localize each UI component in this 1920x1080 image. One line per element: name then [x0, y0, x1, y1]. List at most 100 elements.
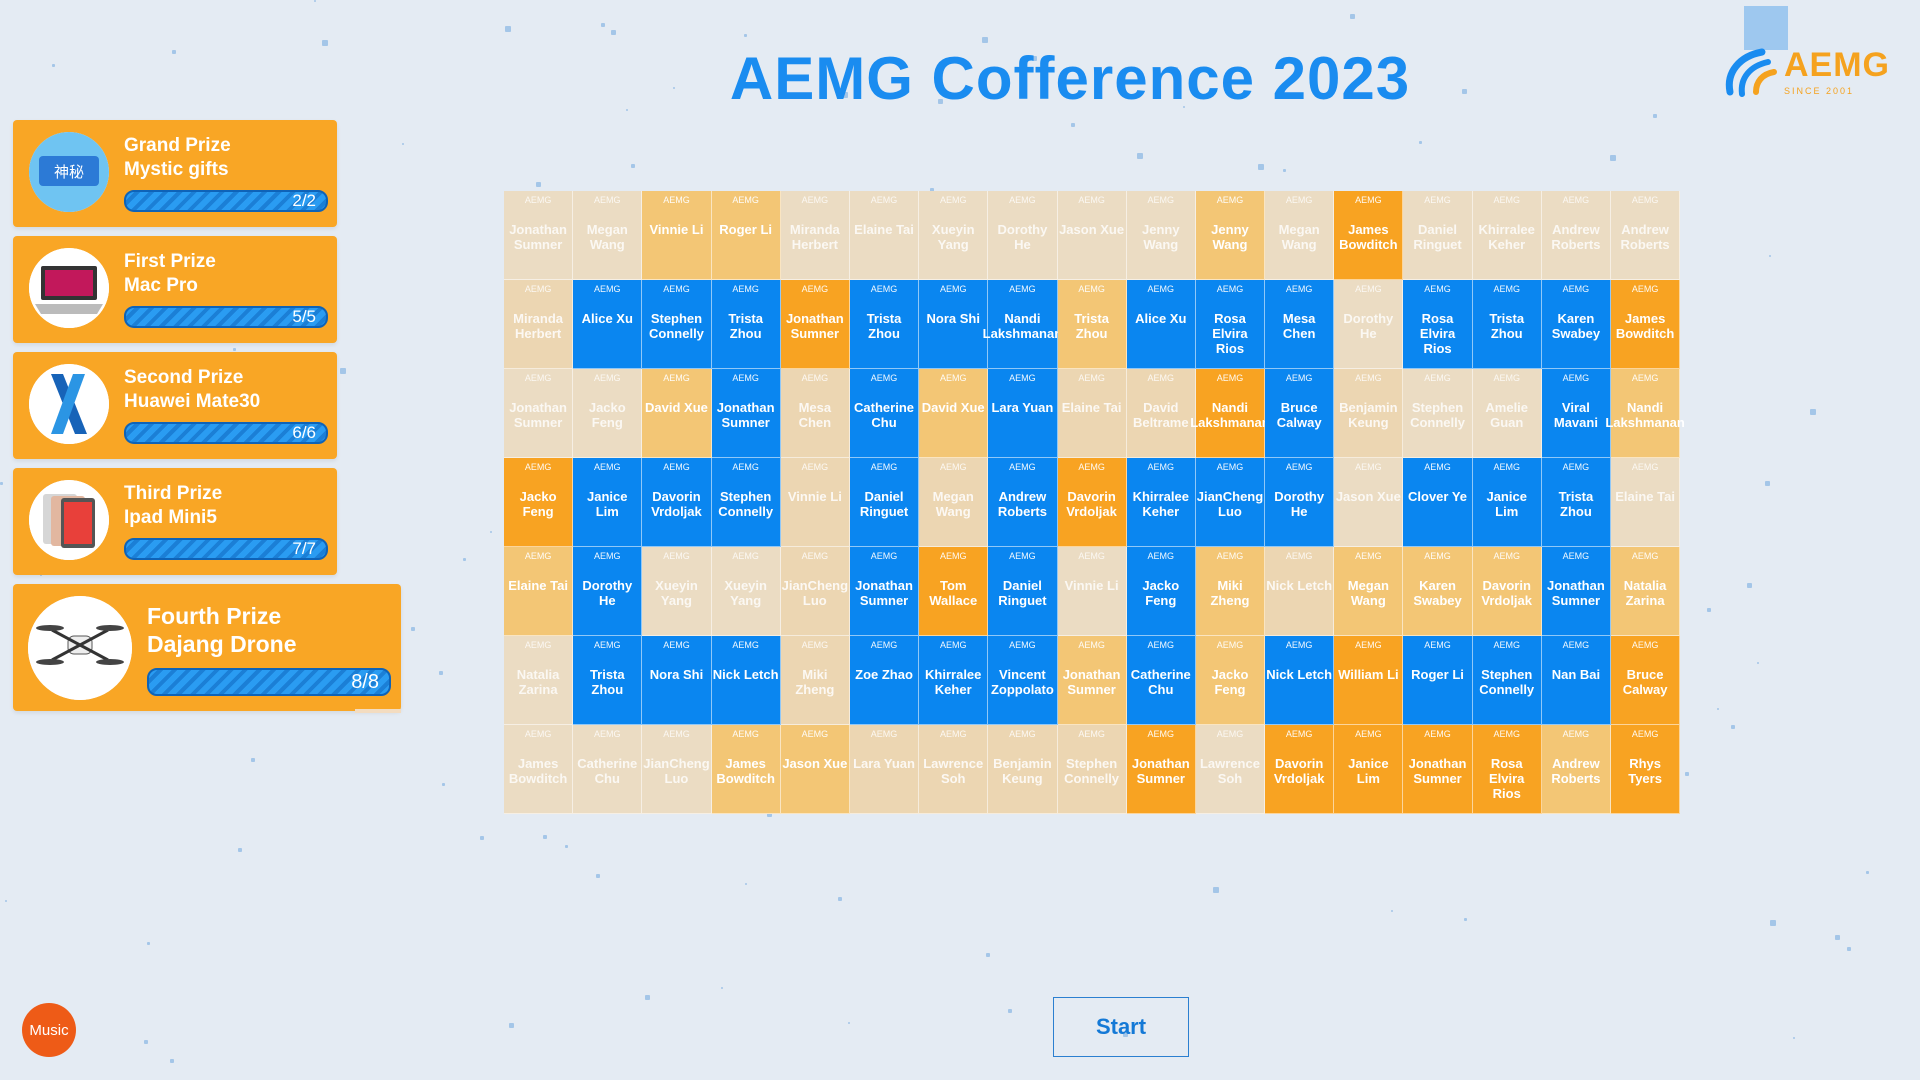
attendee-tag: AEMG: [1285, 462, 1313, 472]
attendee-tag: AEMG: [1078, 195, 1105, 205]
attendee-cell: AEMG Rosa Elvira Rios: [1195, 280, 1266, 369]
attendee-tag: AEMG: [1078, 729, 1105, 739]
attendee-cell: AEMG Jason Xue: [780, 725, 850, 814]
particle: [1707, 608, 1711, 612]
attendee-name: Mesa Chen: [1282, 311, 1316, 341]
attendee-cell: AEMG Nandi Lakshmanan: [1190, 369, 1270, 458]
prize-card-first[interactable]: First Prize Mac Pro 5/5: [13, 236, 337, 343]
attendee-tag: AEMG: [1493, 195, 1520, 205]
attendee-name: Jonathan Sumner: [509, 400, 567, 430]
attendee-cell: AEMG Stephen Connelly: [1057, 725, 1127, 814]
attendee-tag: AEMG: [1424, 640, 1451, 650]
attendee-name: JianCheng Luo: [1196, 489, 1264, 519]
attendee-cell: AEMG Catherine Chu: [1126, 636, 1196, 725]
attendee-tag: AEMG: [870, 195, 898, 205]
attendee-tag: AEMG: [1562, 462, 1590, 472]
attendee-name: Benjamin Keung: [993, 756, 1052, 786]
prize-item: Dajang Drone: [147, 631, 297, 657]
music-toggle-button[interactable]: Music: [22, 1003, 76, 1057]
attendee-tag: AEMG: [663, 640, 690, 650]
attendee-name: Jonathan Sumner: [785, 311, 844, 341]
attendee-cell: AEMG Jonathan Sumner: [849, 547, 920, 636]
attendee-tag: AEMG: [939, 640, 967, 650]
attendee-name: James Bowditch: [716, 756, 775, 786]
prize-rank: Third Prize: [124, 483, 223, 504]
prize-card-third[interactable]: Third Prize Ipad Mini5 7/7: [13, 468, 337, 575]
attendee-tag: AEMG: [801, 551, 829, 561]
attendee-tag: AEMG: [524, 373, 552, 383]
attendee-tag: AEMG: [1216, 729, 1244, 739]
prize-card-fourth[interactable]: Fourth Prize Dajang Drone 8/8: [13, 584, 401, 713]
attendee-name: Stephen Connelly: [718, 489, 774, 519]
attendee-cell: AEMG Zoe Zhao: [849, 636, 920, 725]
attendee-cell: AEMG Miranda Herbert: [504, 280, 574, 369]
attendee-tag: AEMG: [1078, 373, 1105, 383]
attendee-cell: AEMG Dorothy He: [988, 191, 1058, 280]
prize-item: Huawei Mate30: [124, 391, 261, 412]
attendee-name: Khirralee Keher: [1132, 489, 1189, 519]
attendee-cell: AEMG Elaine Tai: [1057, 369, 1127, 458]
particle: [238, 848, 242, 852]
attendee-cell: AEMG Amelie Guan: [1472, 369, 1542, 458]
attendee-name: Davorin Vrdoljak: [651, 489, 702, 519]
attendee-name: Nick Letch: [712, 667, 779, 682]
attendee-name: Megan Wang: [586, 222, 628, 252]
prize-card-second[interactable]: Second Prize Huawei Mate30 6/6: [13, 352, 337, 459]
attendee-cell: AEMG Dorothy He: [573, 547, 643, 636]
attendee-name: Bruce Calway: [1622, 667, 1668, 697]
particle: [233, 348, 236, 351]
particle: [601, 23, 605, 27]
attendee-cell: AEMG Roger Li: [711, 191, 781, 280]
attendee-tag: AEMG: [1424, 373, 1451, 383]
attendee-name: Jason Xue: [1059, 222, 1125, 237]
attendee-tag: AEMG: [1078, 551, 1105, 561]
attendee-tag: AEMG: [1147, 640, 1175, 650]
attendee-name-grid: AEMG Jonathan Sumner AEMG Megan Wang AEMG Vin…: [504, 191, 1685, 814]
prize-progress-bar: 5/5: [124, 306, 328, 328]
attendee-tag: AEMG: [870, 729, 898, 739]
attendee-tag: AEMG: [1631, 551, 1659, 561]
attendee-tag: AEMG: [524, 462, 552, 472]
particle: [1213, 887, 1219, 893]
attendee-tag: AEMG: [1285, 640, 1313, 650]
particle: [611, 30, 616, 35]
particle: [147, 942, 150, 945]
attendee-tag: AEMG: [1562, 284, 1590, 294]
phone-image: [29, 364, 109, 444]
attendee-cell: AEMG Miki Zheng: [1195, 547, 1266, 636]
attendee-tag: AEMG: [870, 462, 898, 472]
attendee-tag: AEMG: [594, 284, 621, 294]
particle: [744, 34, 747, 37]
attendee-tag: AEMG: [1147, 551, 1175, 561]
attendee-name: Elaine Tai: [508, 578, 568, 593]
attendee-name: Nandi Lakshmanan: [982, 311, 1063, 341]
attendee-cell: AEMG Rhys Tyers: [1611, 725, 1681, 814]
attendee-tag: AEMG: [1493, 640, 1520, 650]
attendee-cell: AEMG Trista Zhou: [1472, 280, 1542, 369]
attendee-name: Janice Lim: [1348, 756, 1389, 786]
attendee-tag: AEMG: [1216, 195, 1244, 205]
start-button[interactable]: Start: [1053, 997, 1189, 1057]
attendee-tag: AEMG: [1147, 373, 1175, 383]
particle: [1685, 772, 1689, 776]
attendee-tag: AEMG: [939, 729, 967, 739]
particle: [1770, 920, 1776, 926]
attendee-tag: AEMG: [1355, 640, 1382, 650]
prize-card-grand[interactable]: 神秘 Grand Prize Mystic gifts 2/2: [13, 120, 337, 227]
particle: [1283, 169, 1286, 172]
attendee-cell: AEMG Stephen Connelly: [1403, 369, 1473, 458]
particle: [52, 64, 55, 67]
attendee-name: Dorothy He: [997, 222, 1048, 252]
attendee-name: Benjamin Keung: [1339, 400, 1398, 430]
attendee-cell: AEMG Lawrence Soh: [1195, 725, 1266, 814]
attendee-cell: AEMG Xueyin Yang: [642, 547, 712, 636]
attendee-tag: AEMG: [870, 640, 898, 650]
attendee-cell: AEMG Jason Xue: [1057, 191, 1127, 280]
attendee-name: Jonathan Sumner: [1408, 756, 1467, 786]
attendee-cell: AEMG Jonathan Sumner: [1541, 547, 1611, 636]
attendee-name: James Bowditch: [1615, 311, 1675, 341]
attendee-tag: AEMG: [870, 284, 898, 294]
attendee-tag: AEMG: [663, 462, 690, 472]
attendee-cell: AEMG Jonathan Sumner: [504, 191, 574, 280]
attendee-tag: AEMG: [732, 640, 759, 650]
